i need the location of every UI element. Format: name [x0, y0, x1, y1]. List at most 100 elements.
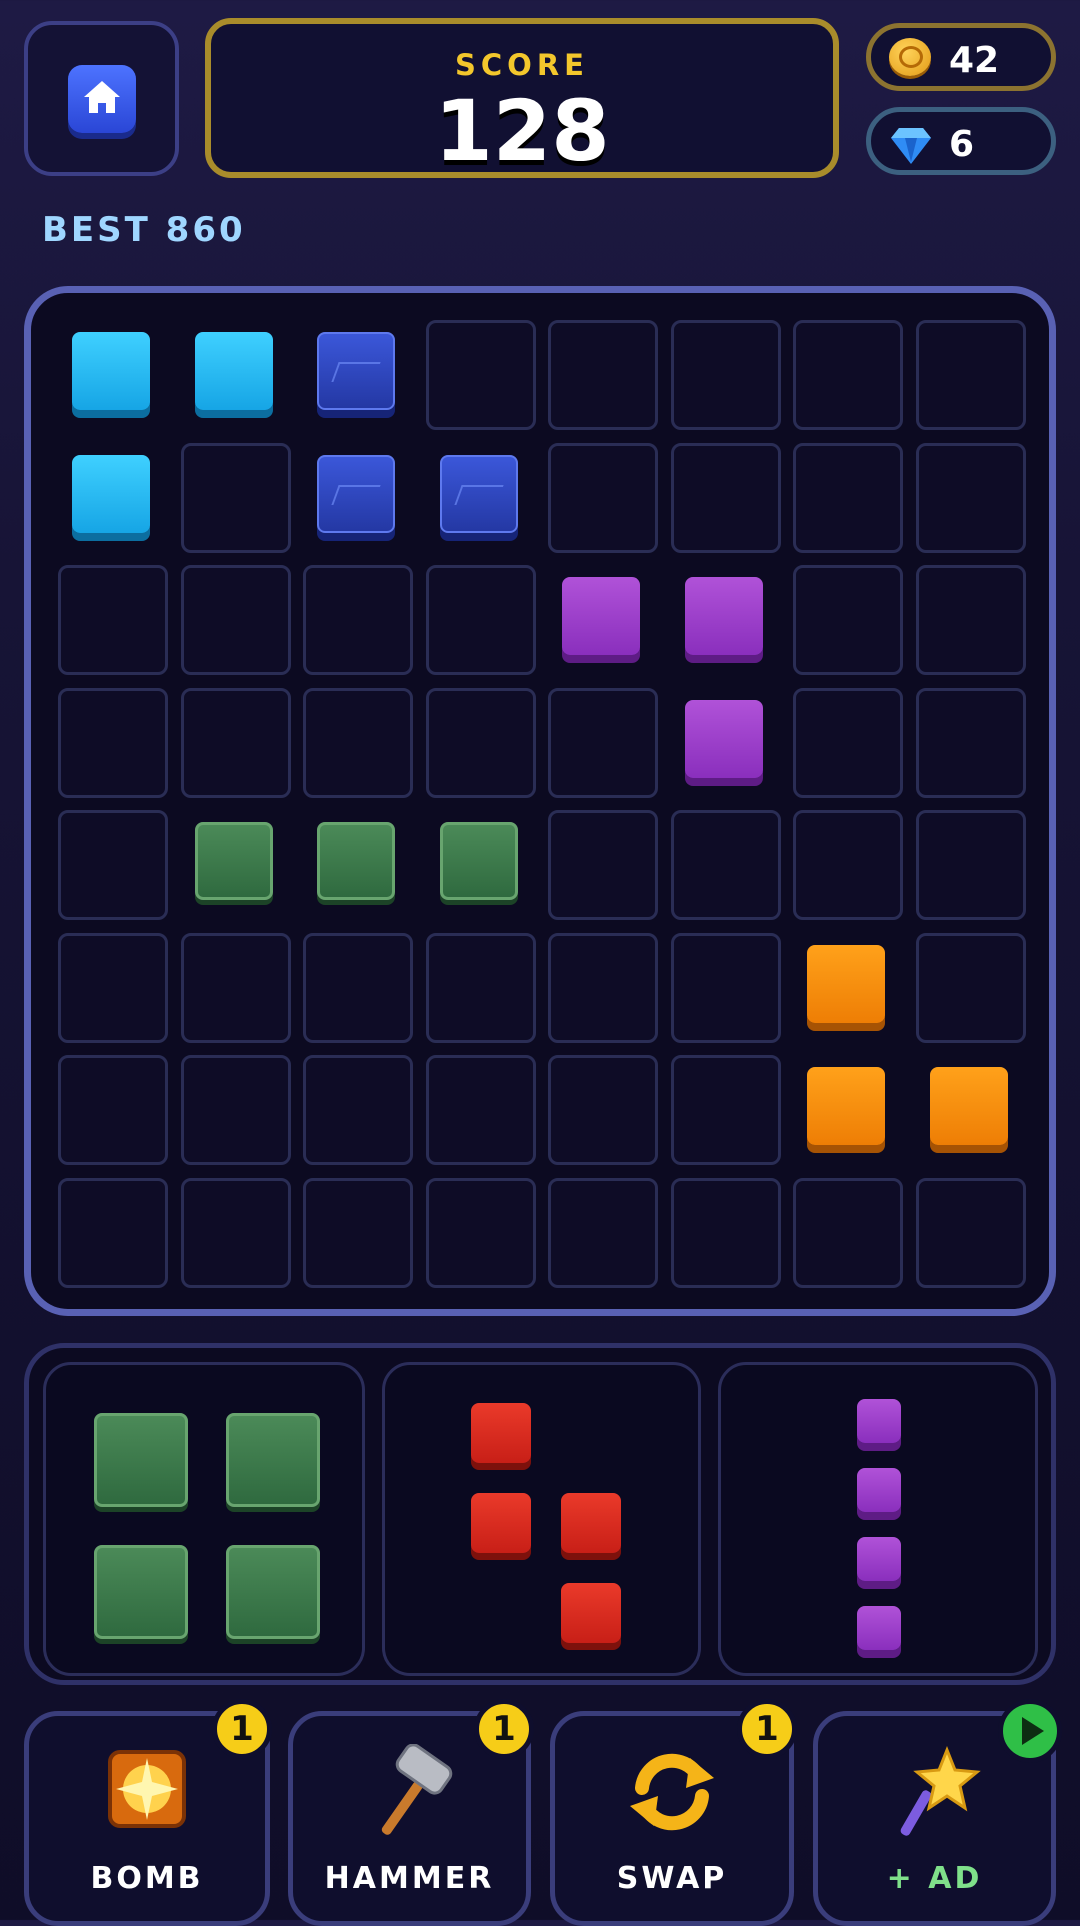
magic-wand-icon — [885, 1744, 985, 1848]
board-cell[interactable] — [58, 687, 168, 798]
board-cell[interactable] — [915, 320, 1026, 430]
bomb-count-badge: 1 — [212, 1699, 272, 1759]
board-cell[interactable] — [548, 442, 658, 553]
board-cell[interactable] — [793, 1177, 903, 1288]
board-cell[interactable] — [793, 442, 903, 553]
board-cell[interactable] — [670, 1177, 781, 1288]
home-icon — [68, 65, 136, 133]
board-cell[interactable] — [670, 932, 781, 1043]
purple-line-piece-block — [857, 1399, 901, 1443]
score-label: SCORE — [455, 48, 589, 82]
board-cell[interactable] — [303, 687, 413, 798]
board-block-cyan — [194, 332, 273, 410]
board-block-orange — [807, 1067, 885, 1145]
board-cell[interactable] — [58, 1055, 168, 1165]
board-cell[interactable] — [793, 687, 903, 798]
board-cell[interactable] — [548, 810, 658, 920]
board-cell[interactable] — [58, 810, 168, 920]
board-cell[interactable] — [180, 442, 291, 553]
board-cell[interactable] — [915, 565, 1026, 675]
green-square-piece-block — [94, 1545, 188, 1639]
purple-line-piece-block — [857, 1468, 901, 1512]
hammer-count-badge: 1 — [474, 1699, 534, 1759]
board-cell[interactable] — [58, 1177, 168, 1288]
board-block-purple — [562, 577, 640, 655]
gem-count: 6 — [949, 124, 975, 165]
game-board[interactable] — [24, 286, 1056, 1316]
coin-counter[interactable]: 42 — [866, 23, 1056, 91]
board-cell[interactable] — [180, 1055, 291, 1165]
board-block-cobalt — [317, 332, 395, 410]
play-ad-icon[interactable] — [998, 1699, 1062, 1763]
board-cell[interactable] — [915, 1177, 1026, 1288]
board-cell[interactable] — [425, 1177, 536, 1288]
board-block-green — [317, 822, 395, 900]
piece-slot-2[interactable] — [382, 1362, 701, 1676]
swap-count-badge: 1 — [737, 1699, 797, 1759]
board-cell[interactable] — [180, 1177, 291, 1288]
bomb-icon — [102, 1744, 192, 1838]
best-score-label: BEST 860 — [42, 210, 246, 250]
board-cell[interactable] — [548, 1177, 658, 1288]
board-block-cyan — [72, 454, 150, 533]
green-square-piece-block — [226, 1413, 320, 1507]
purple-line-piece-block — [857, 1606, 901, 1650]
board-cell[interactable] — [548, 687, 658, 798]
board-cell[interactable] — [425, 1055, 536, 1165]
board-cell[interactable] — [793, 320, 903, 430]
home-button[interactable] — [24, 21, 179, 176]
board-cell[interactable] — [425, 932, 536, 1043]
board-cell[interactable] — [180, 687, 291, 798]
board-cell[interactable] — [670, 320, 781, 430]
coin-icon — [889, 38, 931, 78]
board-cell[interactable] — [303, 932, 413, 1043]
score-value: 128 — [434, 82, 610, 180]
gem-icon — [889, 122, 931, 164]
board-cell[interactable] — [793, 810, 903, 920]
board-cell[interactable] — [548, 320, 658, 430]
board-block-orange — [807, 944, 885, 1023]
board-block-cobalt — [317, 454, 395, 533]
board-cell[interactable] — [915, 932, 1026, 1043]
piece-slot-3[interactable] — [718, 1362, 1038, 1676]
board-cell[interactable] — [670, 810, 781, 920]
board-cell[interactable] — [425, 565, 536, 675]
red-s-piece-block — [471, 1403, 531, 1463]
red-s-piece-block — [561, 1493, 621, 1553]
board-cell[interactable] — [180, 565, 291, 675]
board-block-cobalt — [439, 454, 518, 533]
board-cell[interactable] — [670, 1055, 781, 1165]
hammer-icon — [360, 1743, 460, 1848]
board-cell[interactable] — [303, 1177, 413, 1288]
board-block-cyan — [72, 332, 150, 410]
board-cell[interactable] — [303, 1055, 413, 1165]
swap-label: SWAP — [616, 1861, 728, 1896]
board-cell[interactable] — [425, 320, 536, 430]
board-block-orange — [929, 1067, 1008, 1145]
piece-slot-1[interactable] — [43, 1362, 365, 1676]
board-block-green — [439, 822, 518, 900]
board-cell[interactable] — [303, 565, 413, 675]
score-panel: SCORE 128 — [205, 18, 839, 180]
board-cell[interactable] — [793, 565, 903, 675]
hammer-label: HAMMER — [324, 1861, 495, 1896]
watch-ad-label: + AD — [886, 1861, 983, 1896]
board-cell[interactable] — [58, 932, 168, 1043]
board-cell[interactable] — [915, 442, 1026, 553]
red-s-piece-block — [471, 1493, 531, 1553]
board-cell[interactable] — [915, 687, 1026, 798]
board-block-green — [194, 822, 273, 900]
purple-line-piece-block — [857, 1537, 901, 1581]
board-cell[interactable] — [670, 442, 781, 553]
swap-icon — [624, 1744, 720, 1844]
board-cell[interactable] — [548, 932, 658, 1043]
board-cell[interactable] — [548, 1055, 658, 1165]
board-cell[interactable] — [915, 810, 1026, 920]
gem-counter[interactable]: 6 — [866, 107, 1056, 175]
board-cell[interactable] — [180, 932, 291, 1043]
piece-tray — [24, 1343, 1056, 1685]
coin-count: 42 — [949, 40, 1000, 81]
board-cell[interactable] — [425, 687, 536, 798]
board-cell[interactable] — [58, 565, 168, 675]
board-block-purple — [684, 577, 763, 655]
